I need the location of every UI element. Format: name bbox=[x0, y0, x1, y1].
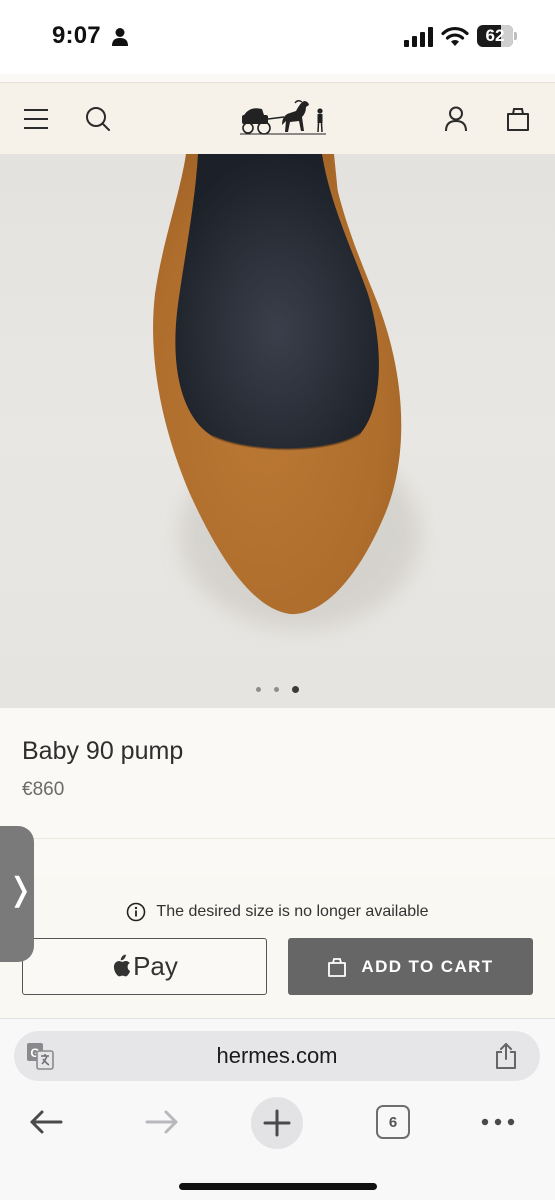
account-button[interactable] bbox=[438, 101, 474, 137]
browser-toolbar: G hermes.com 6 bbox=[0, 1018, 555, 1200]
availability-notice: The desired size is no longer available bbox=[0, 902, 555, 922]
battery-level: 62 bbox=[485, 26, 505, 45]
cart-button[interactable] bbox=[500, 101, 536, 137]
carousel-dot[interactable] bbox=[256, 687, 261, 692]
more-button[interactable] bbox=[480, 1099, 516, 1145]
product-price: €860 bbox=[22, 779, 65, 800]
carousel-dot-active[interactable] bbox=[292, 686, 299, 693]
side-expand-tab[interactable]: ❭ bbox=[0, 826, 34, 962]
search-icon bbox=[86, 107, 110, 131]
shopping-bag-icon bbox=[507, 108, 529, 131]
forward-arrow-icon bbox=[145, 1110, 178, 1134]
status-bar: 9:07 62 bbox=[0, 0, 555, 74]
purchase-bar: The desired size is no longer available … bbox=[0, 876, 555, 1018]
plus-icon bbox=[263, 1109, 291, 1137]
site-header bbox=[0, 82, 555, 154]
home-indicator bbox=[179, 1183, 377, 1190]
url-text: hermes.com bbox=[216, 1043, 338, 1068]
person-icon bbox=[112, 28, 128, 46]
apple-pay-button[interactable]: Pay bbox=[22, 938, 267, 995]
shoe-photo bbox=[153, 154, 420, 629]
status-time: 9:07 bbox=[52, 22, 101, 49]
new-tab-button[interactable] bbox=[251, 1097, 303, 1149]
tab-count: 6 bbox=[388, 1113, 398, 1131]
chevron-right-icon: ❭ bbox=[7, 871, 34, 907]
product-image[interactable] bbox=[0, 154, 555, 708]
wifi-icon bbox=[441, 26, 469, 46]
carousel-dots bbox=[0, 686, 555, 694]
add-to-cart-label: ADD TO CART bbox=[361, 956, 494, 976]
account-icon bbox=[445, 106, 467, 132]
more-icon bbox=[481, 1118, 515, 1126]
address-bar[interactable]: G hermes.com bbox=[14, 1031, 540, 1081]
availability-message: The desired size is no longer available bbox=[156, 903, 429, 920]
signal-icon bbox=[404, 27, 433, 47]
back-button[interactable] bbox=[26, 1099, 66, 1145]
apple-pay-label: Pay bbox=[133, 951, 178, 981]
shopping-bag-icon bbox=[328, 957, 347, 977]
info-icon bbox=[127, 902, 146, 922]
share-icon[interactable] bbox=[494, 1042, 518, 1070]
product-info: Baby 90 pump €860 bbox=[0, 708, 555, 840]
product-name: Baby 90 pump bbox=[22, 737, 184, 765]
hermes-carriage-logo[interactable] bbox=[238, 97, 328, 139]
divider bbox=[0, 838, 555, 839]
forward-button[interactable] bbox=[142, 1099, 182, 1145]
battery-icon: 62 bbox=[477, 25, 517, 47]
apple-icon bbox=[114, 954, 131, 976]
add-to-cart-button[interactable]: ADD TO CART bbox=[288, 938, 533, 995]
carousel-dot[interactable] bbox=[274, 687, 279, 692]
search-button[interactable] bbox=[80, 101, 116, 137]
back-arrow-icon bbox=[30, 1110, 63, 1134]
menu-icon bbox=[24, 109, 48, 129]
tabs-icon[interactable]: 6 bbox=[376, 1105, 410, 1139]
browser-nav-row: 6 bbox=[0, 1097, 555, 1149]
menu-button[interactable] bbox=[18, 101, 54, 137]
